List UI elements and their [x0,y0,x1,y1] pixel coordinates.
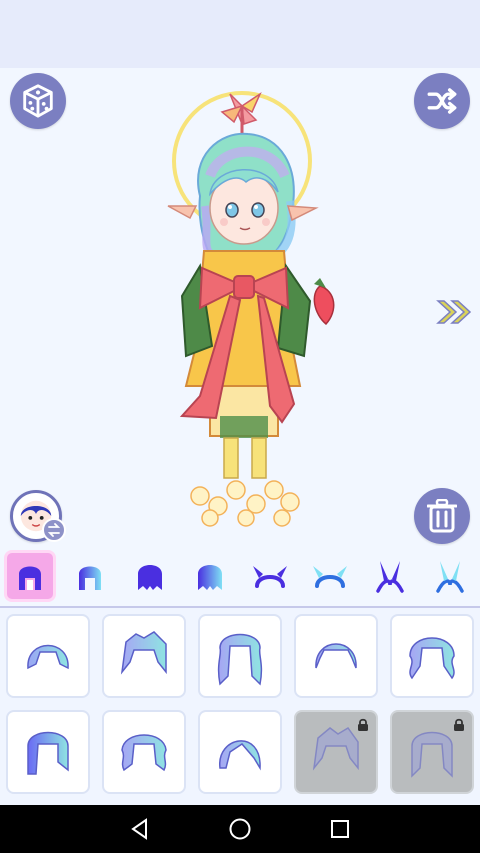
hairstyle-item[interactable] [198,614,282,698]
shuffle-icon [427,88,457,114]
hairstyle-spiky-icon [312,727,359,771]
nav-back-button[interactable] [120,809,160,849]
tab-hair-front-gradient[interactable] [64,550,116,602]
hair-front-gradient-icon [79,566,101,590]
hairstyle-grid [0,608,480,805]
hairstyle-long-wavy-icon [217,633,263,686]
hairstyle-wavy-icon [121,734,167,772]
hairstyle-item[interactable] [198,710,282,794]
hairstyle-short-icon [315,643,357,669]
horns-icon [253,566,287,588]
hairstyle-item[interactable] [6,614,90,698]
bunny-ears-gradient-icon [436,561,464,593]
hair-back-gradient-icon [198,565,222,590]
recents-icon [331,820,349,838]
hairstyle-item[interactable] [102,614,186,698]
character-preview [167,91,335,527]
tab-horns[interactable] [244,550,296,602]
home-icon [229,818,251,840]
tab-hair-back[interactable] [124,550,176,602]
hairstyle-item[interactable] [294,614,378,698]
random-dice-button[interactable] [10,73,66,129]
hairstyle-curly-icon [409,637,455,680]
next-page-button[interactable] [434,296,474,328]
tab-horns-gradient[interactable] [304,550,356,602]
system-navigation-bar [0,805,480,853]
swap-badge[interactable] [42,518,66,542]
category-tab-bar [0,546,480,608]
hairstyle-item[interactable] [102,710,186,794]
delete-button[interactable] [414,488,470,544]
nav-home-button[interactable] [220,809,260,849]
hairstyle-item[interactable] [6,710,90,794]
lock-icon [358,718,368,731]
tab-hair-back-gradient[interactable] [184,550,236,602]
horns-gradient-icon [313,566,347,588]
status-area [0,0,480,68]
hairstyle-item[interactable] [390,614,474,698]
trash-icon [427,499,457,533]
hairstyle-item-locked[interactable] [390,710,474,794]
shuffle-button[interactable] [414,73,470,129]
hairstyle-item-locked[interactable] [294,710,378,794]
hair-front-icon [19,566,41,590]
hairstyle-blunt-bob-icon [27,731,69,775]
hair-back-icon [138,565,162,590]
hairstyle-messy-icon [120,631,167,675]
hairstyle-bob-icon [27,644,69,670]
bunny-ears-icon [376,561,404,593]
swap-icon [47,523,61,537]
tab-bunny-ears-gradient[interactable] [424,550,476,602]
tab-bunny-ears[interactable] [364,550,416,602]
flower-base [190,480,300,527]
dice-icon [23,84,53,118]
back-icon [131,818,147,840]
strawberry-accessory [313,278,335,326]
lock-icon [454,718,464,731]
double-chevron-right-icon [436,300,472,324]
nav-recents-button[interactable] [320,809,360,849]
hairstyle-side-part-icon [219,740,261,771]
tab-hair-front[interactable] [4,550,56,602]
